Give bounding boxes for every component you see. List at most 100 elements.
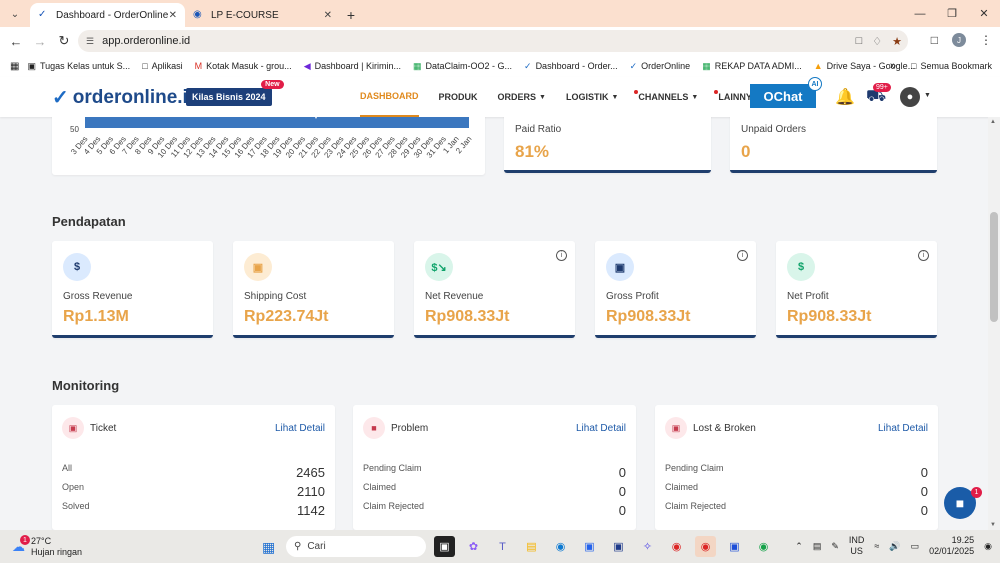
bookmark-item[interactable]: ◀ Dashboard | Kirimin... (304, 61, 401, 72)
chrome-icon[interactable]: ◉ (666, 536, 687, 557)
chart-area (85, 117, 469, 128)
browser-menu-icon[interactable]: ⋮ (980, 33, 992, 47)
row-label: Claimed (363, 482, 397, 492)
store-icon[interactable]: ▣ (579, 536, 600, 557)
copilot-icon[interactable]: ✿ (463, 536, 484, 557)
network-icon[interactable]: ▤ (813, 541, 822, 552)
bookmark-item[interactable]: ✓ Dashboard - Order... (524, 61, 618, 72)
weather-widget[interactable]: ☁ 1 27°C Hujan ringan (12, 535, 82, 558)
bookmark-item[interactable]: M Kotak Masuk - grou... (195, 61, 292, 71)
row-value: 2465 (296, 465, 325, 480)
install-app-icon[interactable]: □ (856, 35, 863, 48)
row-label: Pending Claim (665, 463, 724, 473)
row-value: 0 (920, 484, 928, 499)
task-view-icon[interactable]: ▣ (434, 536, 455, 557)
scroll-up-icon[interactable]: ▲ (990, 119, 996, 125)
bookmark-item[interactable]: □ Aplikasi (142, 61, 182, 71)
notifications-icon[interactable]: ◉ (984, 541, 992, 552)
orderonline-icon: ✓ (524, 60, 532, 71)
package-icon: ▣ (244, 253, 272, 281)
ticket-detail-link[interactable]: Lihat Detail (275, 423, 325, 434)
outlook-icon[interactable]: ▣ (608, 536, 629, 557)
problem-detail-link[interactable]: Lihat Detail (576, 423, 626, 434)
user-avatar[interactable]: ● (900, 87, 920, 107)
extensions-icon[interactable]: □ (931, 33, 938, 47)
bookmark-item[interactable]: ▦ DataClaim-OO2 - G... (413, 61, 512, 72)
scrollbar-thumb[interactable] (990, 212, 998, 322)
battery-icon[interactable]: ▭ (911, 541, 920, 552)
lang-top: IND (848, 535, 865, 545)
kilas-bisnis-button[interactable]: Kilas Bisnis 2024 New (186, 80, 284, 106)
scroll-down-icon[interactable]: ▼ (990, 522, 996, 528)
wifi-icon[interactable]: ≈ (874, 541, 879, 551)
close-icon[interactable]: ✕ (324, 10, 332, 21)
reload-icon[interactable]: ↻ (52, 33, 76, 49)
lost-broken-detail-link[interactable]: Lihat Detail (878, 423, 928, 434)
caret-down-icon[interactable]: ▼ (924, 92, 931, 99)
close-icon[interactable]: ✕ (169, 10, 177, 21)
more-bookmarks-icon[interactable]: » (890, 60, 896, 72)
edge-icon[interactable]: ◉ (550, 536, 571, 557)
bookmark-star-icon[interactable]: ★ (892, 35, 902, 48)
bookmark-item[interactable]: ▣ Tugas Kelas untuk S... (27, 61, 130, 72)
info-icon[interactable]: i (918, 250, 929, 261)
unpaid-orders-card: Unpaid Orders 0 (730, 117, 937, 173)
vscode-icon[interactable]: ✧ (637, 536, 658, 557)
file-explorer-icon[interactable]: ▤ (521, 536, 542, 557)
tab-search-icon[interactable]: ⌄ (4, 3, 26, 25)
back-icon[interactable]: ← (4, 34, 28, 49)
profile-avatar[interactable]: J (952, 33, 966, 47)
zoom-icon[interactable]: ▣ (724, 536, 745, 557)
lost-broken-card: ▣ Lost & Broken Lihat Detail Pending Cla… (655, 405, 938, 530)
translate-icon[interactable]: ♢ (872, 35, 882, 48)
tab-lp-ecourse[interactable]: ◉ LP E-COURSE ✕ (185, 3, 340, 27)
row-value: 2110 (297, 484, 325, 499)
menu-logistik[interactable]: LOGISTIK ▼ (566, 77, 618, 117)
new-tab-button[interactable]: + (340, 3, 362, 27)
info-icon[interactable]: i (556, 250, 567, 261)
close-window-icon[interactable]: ✕ (968, 0, 1000, 27)
menu-produk[interactable]: PRODUK (439, 77, 478, 117)
gmail-icon: M (194, 61, 203, 71)
info-icon[interactable]: i (737, 250, 748, 261)
cloud-rain-icon: ☁ 1 (12, 535, 30, 555)
input-language[interactable]: IND US (849, 535, 865, 557)
problem-icon: ■ (363, 417, 385, 439)
menu-dashboard[interactable]: DASHBOARD (360, 77, 419, 117)
all-bookmarks[interactable]: □ Semua Bookmark (911, 61, 992, 71)
restore-icon[interactable]: ❐ (936, 0, 968, 27)
bookmark-item[interactable]: ✓ OrderOnline (630, 61, 691, 72)
bookmark-label: Aplikasi (151, 61, 183, 71)
page-scrollbar[interactable]: ▲ ▼ (988, 117, 1000, 530)
url-input[interactable]: ☰ app.orderonline.id □ ♢ ★ (78, 30, 908, 52)
windows-start-icon[interactable]: ▦ (262, 539, 275, 556)
row-value: 0 (920, 503, 928, 518)
url-text: app.orderonline.id (102, 35, 191, 47)
tab-dashboard[interactable]: ✓ Dashboard - OrderOnline ✕ (30, 3, 185, 27)
clock[interactable]: 19.25 02/01/2025 (929, 535, 974, 557)
chrome-profile-icon[interactable]: ◉ (753, 536, 774, 557)
chevron-up-icon[interactable]: ⌃ (795, 541, 803, 552)
chrome-active-icon[interactable]: ◉ (695, 536, 716, 557)
apps-grid-icon[interactable]: ▦ (10, 61, 19, 72)
menu-channels[interactable]: CHANNELS ▼ (634, 77, 698, 117)
taskbar-search-input[interactable]: ⚲ Cari (286, 536, 426, 557)
ochat-button[interactable]: OChat AI (750, 77, 822, 108)
forward-icon[interactable]: → (28, 34, 52, 49)
shipping-cost-card: ▣ Shipping Cost Rp223.74Jt (233, 241, 394, 338)
drive-icon: ▲ (813, 61, 823, 71)
site-info-icon[interactable]: ☰ (86, 36, 94, 47)
volume-icon[interactable]: 🔊 (889, 541, 900, 552)
minimize-icon[interactable]: — (904, 0, 936, 27)
logo[interactable]: ✓ orderonline.id (52, 85, 199, 110)
pen-icon[interactable]: ✎ (831, 541, 839, 552)
teams-icon[interactable]: T (492, 536, 513, 557)
bookmark-item[interactable]: ▦ REKAP DATA ADMI... (702, 61, 802, 72)
gross-profit-card: ▣ i Gross Profit Rp908.33Jt (595, 241, 756, 338)
bookmark-item[interactable]: ▲ Drive Saya - Google... (814, 61, 915, 71)
bell-icon[interactable]: 🔔 (835, 87, 855, 107)
menu-orders[interactable]: ORDERS ▼ (498, 77, 546, 117)
caret-down-icon: ▼ (611, 93, 619, 101)
folder-icon: □ (142, 61, 148, 71)
sheets-icon: ▦ (412, 60, 422, 71)
